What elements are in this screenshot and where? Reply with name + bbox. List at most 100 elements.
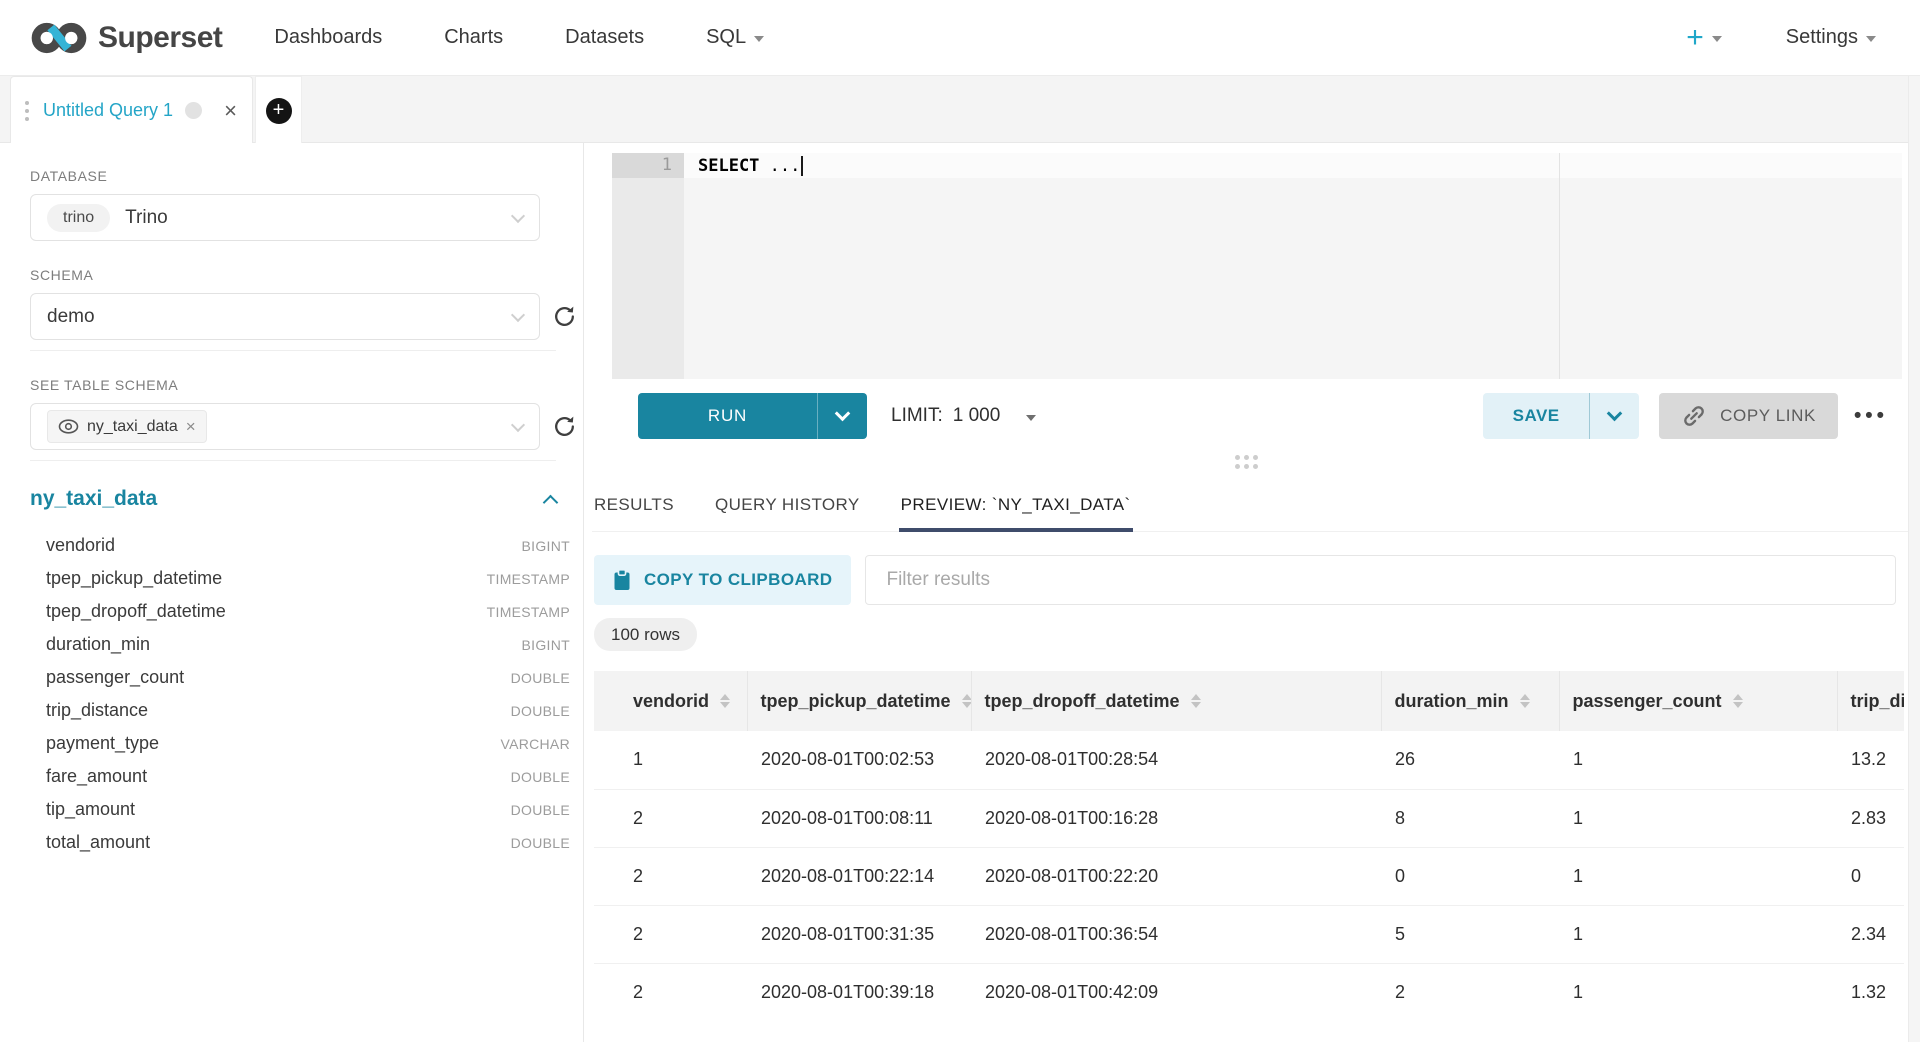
column-name: trip_distance <box>46 700 148 721</box>
results-table-header-cell[interactable]: tpep_dropoff_datetime <box>971 671 1381 731</box>
selected-table-tag[interactable]: ny_taxi_data × <box>47 410 207 443</box>
tab-results[interactable]: RESULTS <box>592 483 676 532</box>
header-label: tpep_pickup_datetime <box>761 691 951 712</box>
sql-code-editor[interactable]: 1 SELECT ... <box>612 153 1902 379</box>
column-type: TIMESTAMP <box>487 604 570 620</box>
results-table-cell: 13.2 <box>1837 731 1904 789</box>
copy-to-clipboard-button[interactable]: COPY TO CLIPBOARD <box>594 555 851 605</box>
editor-content[interactable]: SELECT ... <box>684 153 1902 379</box>
more-actions-button[interactable]: ••• <box>1854 404 1888 428</box>
navbar: Superset Dashboards Charts Datasets SQL + S… <box>0 0 1920 76</box>
refresh-tables-button[interactable] <box>552 414 577 439</box>
query-tab-title[interactable]: Untitled Query 1 <box>43 100 173 121</box>
sort-icon[interactable] <box>1191 694 1201 708</box>
pane-resize-handle[interactable] <box>1235 455 1258 469</box>
table-schema-title[interactable]: ny_taxi_data <box>30 487 157 511</box>
close-icon[interactable]: × <box>186 417 196 437</box>
run-query-button[interactable]: RUN <box>638 393 867 439</box>
filter-results-input[interactable] <box>865 555 1896 605</box>
save-options-button[interactable] <box>1590 393 1639 439</box>
sort-icon[interactable] <box>1520 694 1530 708</box>
chevron-up-icon[interactable] <box>543 494 559 510</box>
chevron-down-icon <box>835 406 851 422</box>
close-icon[interactable]: × <box>224 100 237 122</box>
results-table-row[interactable]: 22020-08-01T00:22:142020-08-01T00:22:200… <box>594 847 1904 905</box>
table-column-row[interactable]: trip_distanceDOUBLE <box>30 694 570 727</box>
table-column-row[interactable]: vendoridBIGINT <box>30 529 570 562</box>
results-table-row[interactable]: 12020-08-01T00:02:532020-08-01T00:28:542… <box>594 731 1904 789</box>
results-table-header-cell[interactable]: trip_distance <box>1837 671 1904 731</box>
table-select[interactable]: ny_taxi_data × <box>30 403 540 450</box>
settings-label: Settings <box>1786 26 1858 49</box>
table-column-row[interactable]: tip_amountDOUBLE <box>30 793 570 826</box>
clipboard-icon <box>613 569 631 591</box>
table-tag-label: ny_taxi_data <box>87 418 178 436</box>
results-table-cell: 1 <box>1559 731 1837 789</box>
header-cell-inner: tpep_dropoff_datetime <box>985 691 1381 712</box>
results-table-row[interactable]: 22020-08-01T00:39:182020-08-01T00:42:092… <box>594 963 1904 1021</box>
nav-item-charts[interactable]: Charts <box>444 26 503 49</box>
column-type: DOUBLE <box>511 802 570 818</box>
results-table-cell: 0 <box>1837 847 1904 905</box>
table-column-row[interactable]: tpep_dropoff_datetimeTIMESTAMP <box>30 595 570 628</box>
table-column-row[interactable]: total_amountDOUBLE <box>30 826 570 859</box>
run-options-button[interactable] <box>818 393 867 439</box>
tab-preview-ny-taxi-data[interactable]: PREVIEW: `NY_TAXI_DATA` <box>899 483 1133 532</box>
run-label[interactable]: RUN <box>638 393 818 439</box>
chevron-down-icon <box>1026 415 1036 421</box>
add-tab-button[interactable]: + <box>255 76 302 144</box>
results-table-cell: 5 <box>1381 905 1559 963</box>
database-select[interactable]: trino Trino <box>30 194 540 241</box>
results-table-cell: 2020-08-01T00:28:54 <box>971 731 1381 789</box>
query-tab-active[interactable]: Untitled Query 1 × <box>10 76 253 144</box>
limit-dropdown[interactable]: LIMIT: 1 000 <box>891 405 1036 427</box>
column-name: payment_type <box>46 733 159 754</box>
sort-icon[interactable] <box>1733 694 1743 708</box>
header-cell-inner: vendorid <box>633 691 747 712</box>
refresh-schema-button[interactable] <box>552 304 577 329</box>
save-label[interactable]: SAVE <box>1483 393 1590 439</box>
nav-item-dashboards[interactable]: Dashboards <box>274 26 382 49</box>
sort-icon[interactable] <box>962 694 971 708</box>
table-column-row[interactable]: fare_amountDOUBLE <box>30 760 570 793</box>
column-name: total_amount <box>46 832 150 853</box>
table-column-row[interactable]: passenger_countDOUBLE <box>30 661 570 694</box>
results-table-cell: 2.83 <box>1837 789 1904 847</box>
column-type: DOUBLE <box>511 670 570 686</box>
copy-link-label: COPY LINK <box>1720 406 1816 426</box>
tab-query-history[interactable]: QUERY HISTORY <box>713 483 862 532</box>
header-cell-inner: passenger_count <box>1573 691 1837 712</box>
drag-handle-icon[interactable] <box>25 101 29 121</box>
results-table-row[interactable]: 22020-08-01T00:08:112020-08-01T00:16:288… <box>594 789 1904 847</box>
header-cell-inner: duration_min <box>1395 691 1559 712</box>
results-table-cell: 2 <box>594 789 747 847</box>
nav-item-sql[interactable]: SQL <box>706 26 764 49</box>
results-table-header-cell[interactable]: tpep_pickup_datetime <box>747 671 971 731</box>
window-scrollbar[interactable] <box>1908 76 1920 1042</box>
settings-menu[interactable]: Settings <box>1786 26 1876 49</box>
editor-toolbar: RUN LIMIT: 1 000 SAVE COPY LI <box>584 393 1908 439</box>
copy-link-button[interactable]: COPY LINK <box>1659 393 1838 439</box>
sort-up-icon <box>1733 694 1743 700</box>
chevron-down-icon <box>1712 36 1722 42</box>
see-table-schema-label: SEE TABLE SCHEMA <box>30 377 583 393</box>
sort-down-icon <box>720 702 730 708</box>
results-table-cell: 1 <box>1559 847 1837 905</box>
schema-select[interactable]: demo <box>30 293 540 340</box>
save-query-button[interactable]: SAVE <box>1483 393 1639 439</box>
nav-item-label: Datasets <box>565 26 644 49</box>
table-column-row[interactable]: duration_minBIGINT <box>30 628 570 661</box>
nav-item-datasets[interactable]: Datasets <box>565 26 644 49</box>
results-table-header-cell[interactable]: duration_min <box>1381 671 1559 731</box>
sql-keyword: SELECT <box>698 156 759 176</box>
table-column-row[interactable]: payment_typeVARCHAR <box>30 727 570 760</box>
column-type: TIMESTAMP <box>487 571 570 587</box>
new-item-menu[interactable]: + <box>1686 23 1722 53</box>
column-type: BIGINT <box>522 538 570 554</box>
results-table-row[interactable]: 22020-08-01T00:31:352020-08-01T00:36:545… <box>594 905 1904 963</box>
table-column-row[interactable]: tpep_pickup_datetimeTIMESTAMP <box>30 562 570 595</box>
results-table-header-cell[interactable]: passenger_count <box>1559 671 1837 731</box>
results-table-header-cell[interactable]: vendorid <box>594 671 747 731</box>
sort-icon[interactable] <box>720 694 730 708</box>
superset-logo[interactable]: Superset <box>28 18 222 58</box>
